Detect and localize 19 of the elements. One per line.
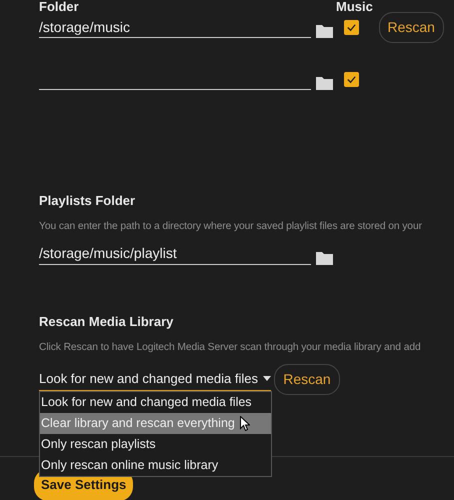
pointer-icon bbox=[240, 416, 250, 431]
music-checkbox[interactable] bbox=[344, 72, 359, 86]
dropdown-option[interactable]: Clear library and rescan everything bbox=[40, 412, 271, 434]
caret-icon bbox=[263, 376, 271, 382]
rescan-button[interactable]: Rescan bbox=[274, 364, 340, 395]
music-checkbox[interactable] bbox=[344, 20, 359, 34]
section-description: Click Rescan to have Logitech Media Server scan through your media library and add bbox=[39, 341, 422, 356]
column-header: Folder bbox=[39, 0, 80, 13]
dropdown-option[interactable]: Only rescan playlists bbox=[40, 434, 271, 455]
section-description: You can enter the path to a directory where your saved playlist files are stored on your bbox=[39, 220, 423, 234]
section-title: Playlists Folder bbox=[39, 192, 136, 210]
rescan-button[interactable]: Rescan bbox=[378, 12, 444, 42]
playlist-folder-field[interactable]: /storage/music/playlist bbox=[39, 242, 311, 265]
column-header: Music bbox=[336, 0, 373, 13]
section-title: Rescan Media Library bbox=[39, 312, 174, 331]
dropdown-option[interactable]: Look for new and changed media files bbox=[40, 392, 271, 413]
check-icon bbox=[346, 74, 357, 84]
check-icon bbox=[346, 22, 357, 32]
folder-field[interactable]: /storage/music bbox=[39, 16, 311, 38]
